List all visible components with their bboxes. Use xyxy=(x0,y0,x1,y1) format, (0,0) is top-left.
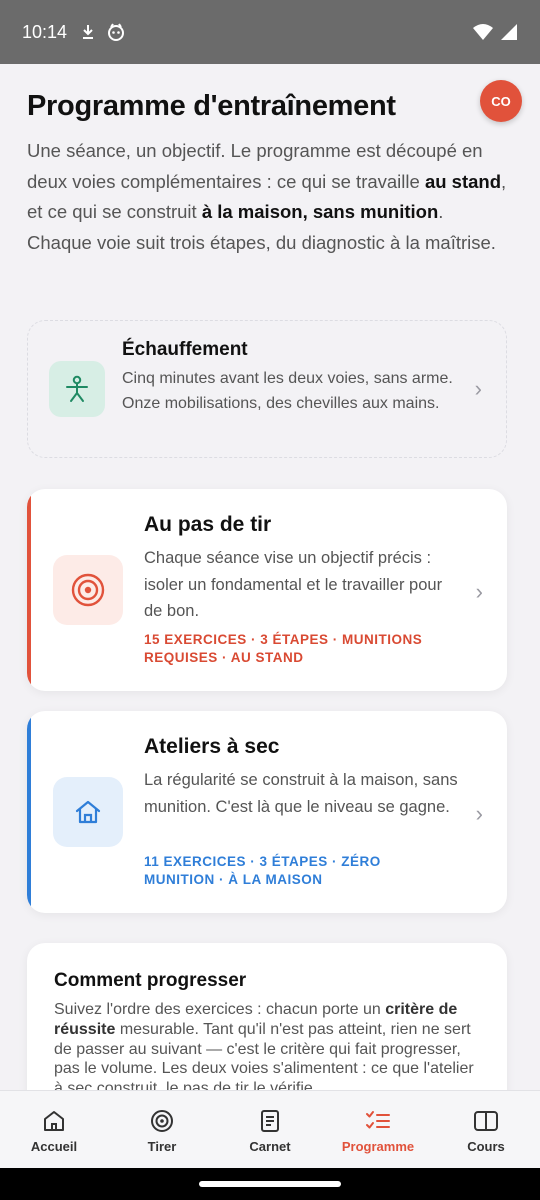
progress-text: Suivez l'ordre des exercices : chacun po… xyxy=(54,1001,474,1090)
nav-label: Tirer xyxy=(147,1139,177,1154)
track-card-stand[interactable]: Au pas de tir Chaque séance vise un obje… xyxy=(27,489,507,691)
track-description: La régularité se construit à la maison, … xyxy=(144,771,458,816)
nav-label: Accueil xyxy=(30,1139,78,1154)
track-description: Chaque séance vise un objectif précis : … xyxy=(144,549,443,620)
nav-item-accueil[interactable]: Accueil xyxy=(0,1091,108,1168)
track-meta: 15 EXERCICES · 3 ÉTAPES · MUNITIONS REQU… xyxy=(144,632,423,665)
nav-label: Cours xyxy=(467,1139,505,1154)
track-title: Au pas de tir xyxy=(144,513,272,536)
status-bar: 10:14 xyxy=(0,0,540,64)
warmup-title: Échauffement xyxy=(122,339,248,360)
home-icon xyxy=(44,1111,64,1131)
app-status-icon xyxy=(108,23,125,41)
track-card-dry[interactable]: Ateliers à sec La régularité se construi… xyxy=(27,711,507,913)
person-icon xyxy=(66,375,88,402)
nav-label: Programme xyxy=(341,1139,415,1154)
track-icon-box xyxy=(53,777,123,847)
signal-icon xyxy=(501,24,517,40)
system-nav-bar xyxy=(0,1168,540,1200)
main-content[interactable]: CO Programme d'entraînement Une séance, … xyxy=(0,64,540,1090)
avatar[interactable]: CO xyxy=(480,80,522,122)
intro-text: Une séance, un objectif. Le programme es… xyxy=(27,140,507,253)
nav-item-programme[interactable]: Programme xyxy=(324,1091,432,1168)
warmup-description: Cinq minutes avant les deux voies, sans … xyxy=(122,370,453,412)
progress-title: Comment progresser xyxy=(54,970,247,991)
notebook-icon xyxy=(261,1110,279,1132)
home-gesture-handle[interactable] xyxy=(199,1181,341,1187)
accent-stripe xyxy=(27,711,31,913)
book-icon xyxy=(474,1111,498,1131)
status-time: 10:14 xyxy=(22,21,68,42)
track-icon-box xyxy=(53,555,123,625)
track-meta: 11 EXERCICES · 3 ÉTAPES · ZÉRO MUNITION … xyxy=(144,854,381,887)
warmup-card[interactable]: Échauffement Cinq minutes avant les deux… xyxy=(27,320,507,458)
track-title: Ateliers à sec xyxy=(144,735,280,758)
target-icon xyxy=(151,1110,173,1132)
download-status-icon xyxy=(83,25,94,39)
wifi-icon xyxy=(473,24,493,40)
warmup-icon-box xyxy=(49,361,105,417)
checklist-icon xyxy=(366,1111,390,1129)
nav-label: Carnet xyxy=(249,1139,291,1154)
page-title: Programme d'entraînement xyxy=(27,90,396,122)
chevron-right-icon: › xyxy=(475,579,483,604)
progress-card: Comment progresser Suivez l'ordre des ex… xyxy=(27,943,507,1090)
nav-item-tirer[interactable]: Tirer xyxy=(108,1091,216,1168)
chevron-right-icon: › xyxy=(474,376,482,401)
nav-item-cours[interactable]: Cours xyxy=(432,1091,540,1168)
target-icon xyxy=(71,573,105,607)
chevron-right-icon: › xyxy=(475,801,483,826)
accent-stripe xyxy=(27,489,31,691)
bottom-nav: Accueil Tirer Carnet Programme Cours xyxy=(0,1090,540,1168)
nav-item-carnet[interactable]: Carnet xyxy=(216,1091,324,1168)
home-icon xyxy=(75,800,101,824)
